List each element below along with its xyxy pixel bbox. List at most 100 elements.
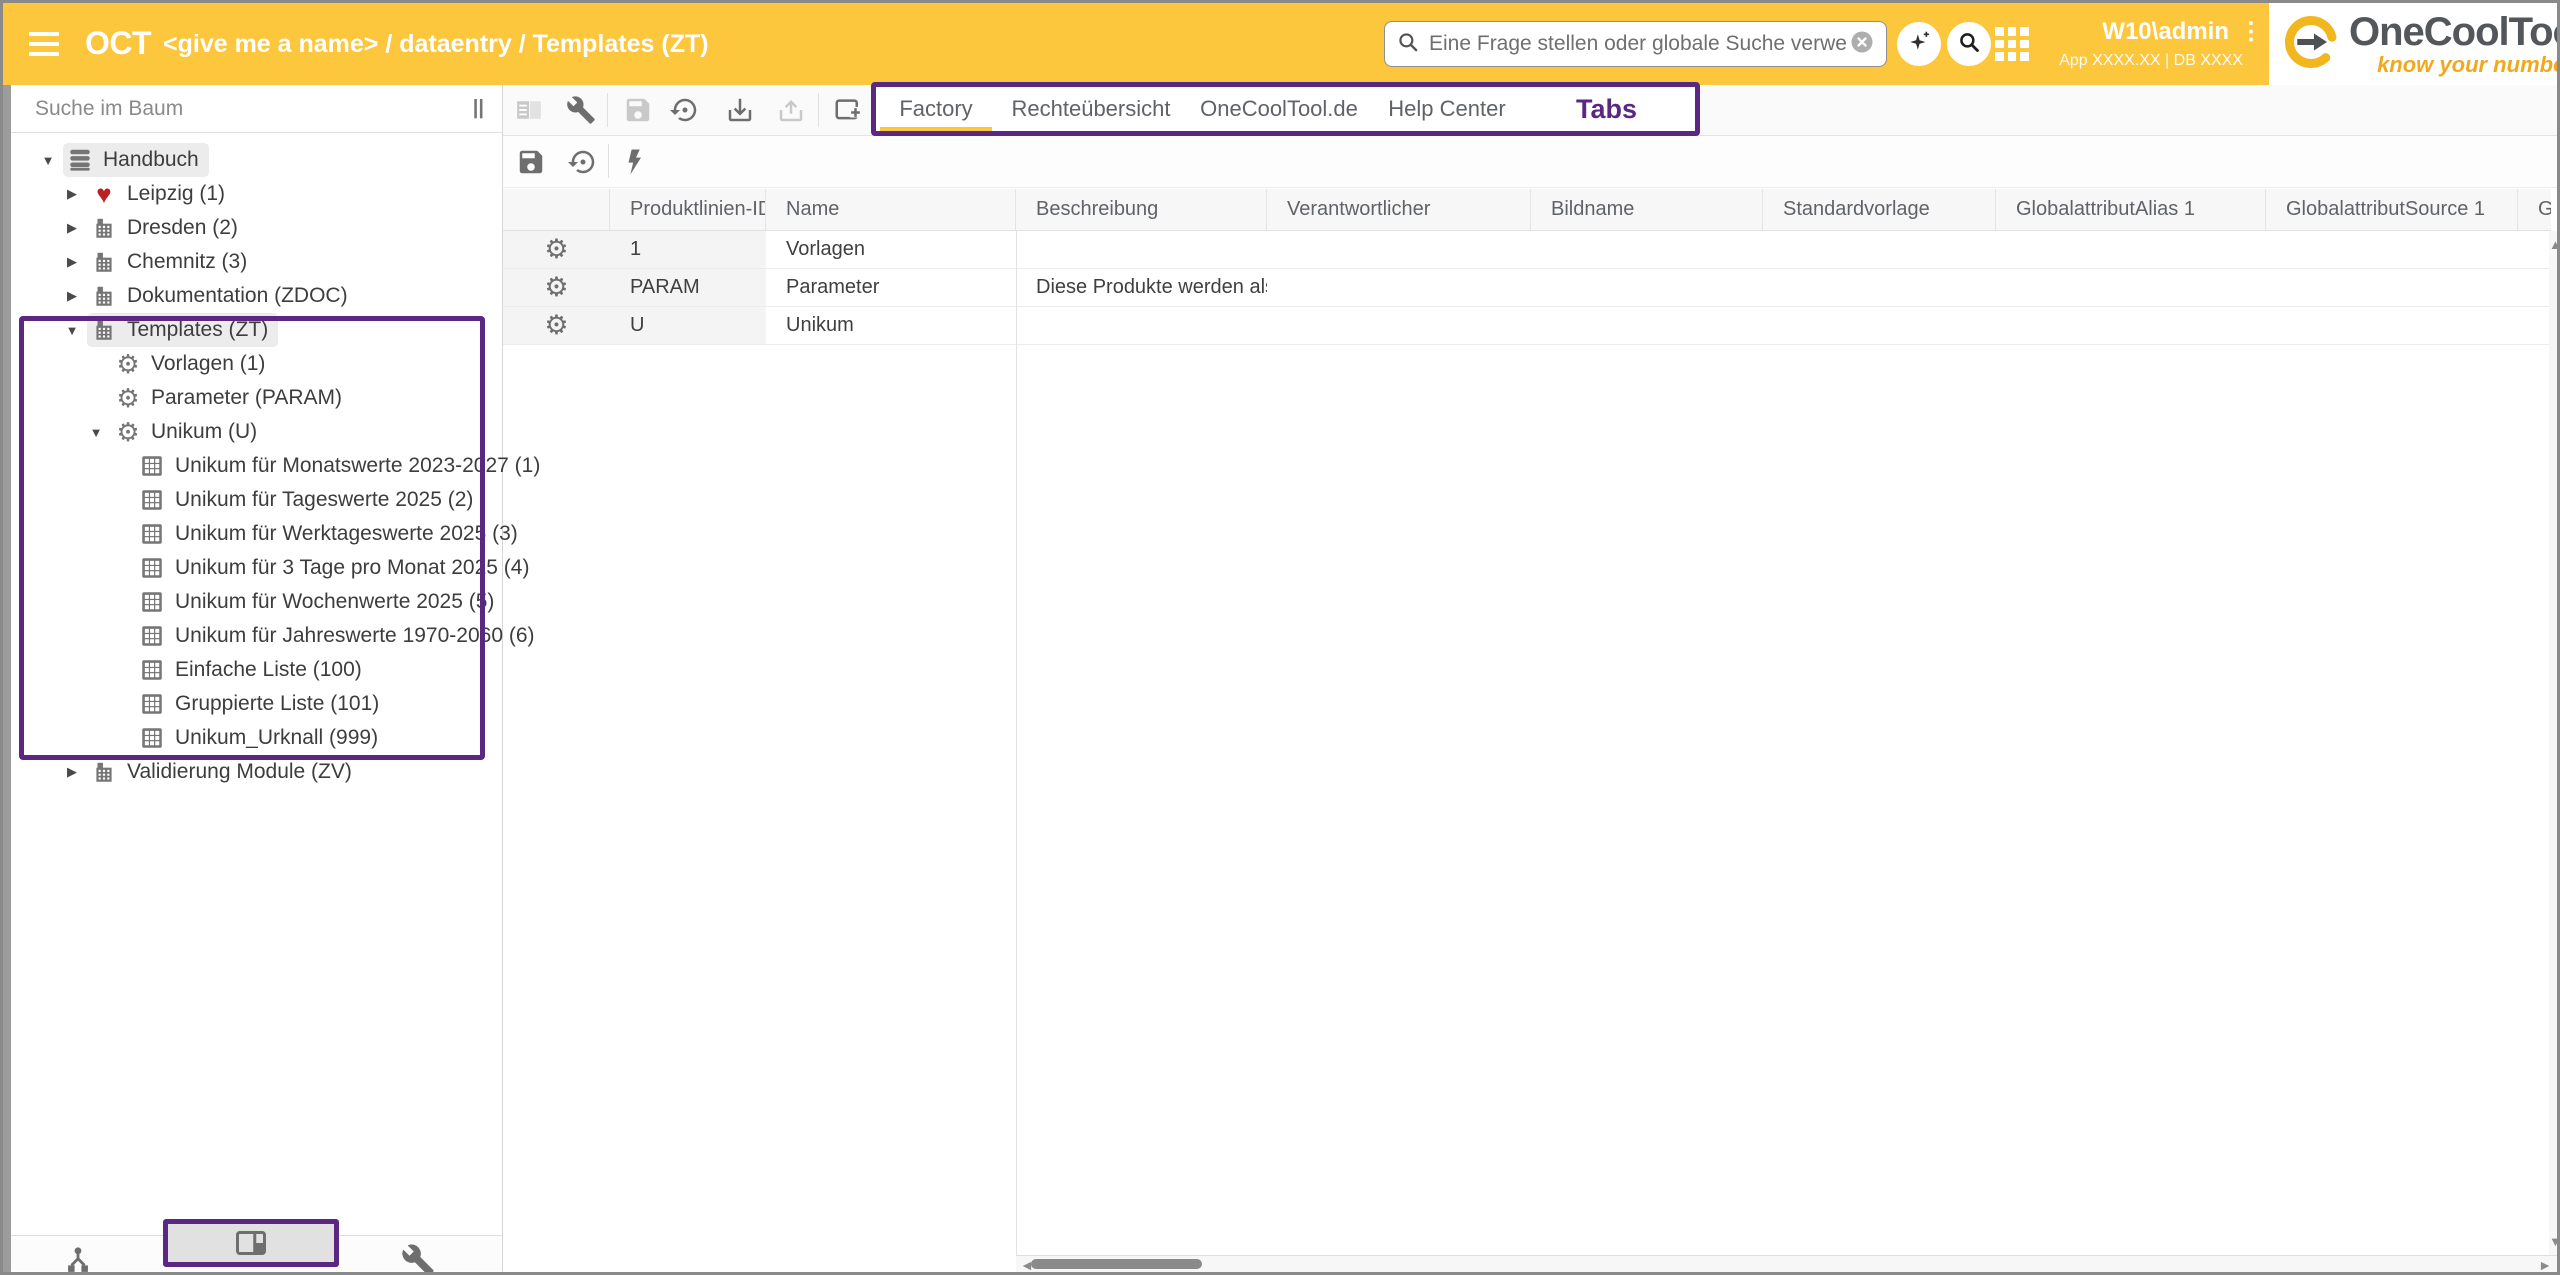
table-row[interactable]: ⚙PARAMParameterDiese Produkte werden als… <box>503 269 2551 307</box>
column-header[interactable]: G <box>2518 189 2551 230</box>
column-header[interactable]: GlobalattributAlias 1 <box>1996 189 2266 230</box>
tree-item[interactable]: Unikum für Werktageswerte 2025 (3) <box>11 517 502 551</box>
tree-item[interactable]: Unikum für Jahreswerte 1970-2060 (6) <box>11 619 502 653</box>
tree-item[interactable]: ▶Chemnitz (3) <box>11 245 502 279</box>
tree-settings-wrench-icon[interactable] <box>401 1243 435 1275</box>
scroll-down-arrow[interactable]: ▼ <box>2549 1234 2560 1249</box>
tree-node[interactable]: Dokumentation (ZDOC) <box>87 279 358 313</box>
tree-item[interactable]: Unikum für Tageswerte 2025 (2) <box>11 483 502 517</box>
row-gear-cell[interactable]: ⚙ <box>503 231 610 268</box>
clear-search-icon[interactable] <box>1848 28 1876 61</box>
tab-help-center[interactable]: Help Center <box>1372 87 1522 131</box>
scroll-up-arrow[interactable]: ▲ <box>2549 237 2560 252</box>
chevron-collapsed-icon[interactable]: ▶ <box>57 764 87 780</box>
tree-node[interactable]: ♥Leipzig (1) <box>87 177 235 211</box>
horizontal-scroll-thumb[interactable] <box>1031 1259 1202 1269</box>
save-icon[interactable] <box>509 142 553 182</box>
new-window-icon[interactable] <box>826 90 870 130</box>
column-header[interactable]: Bildname <box>1531 189 1763 230</box>
column-header[interactable]: Verantwortlicher <box>1267 189 1531 230</box>
table-cell: 1 <box>610 231 766 268</box>
tree-node[interactable]: Gruppierte Liste (101) <box>135 687 389 721</box>
tree-item[interactable]: ▼Handbuch <box>11 143 502 177</box>
tree-search-input[interactable]: Suche im Baum || <box>11 85 502 133</box>
kebab-menu-icon[interactable]: ⋮ <box>2239 20 2263 44</box>
tree-node[interactable]: Handbuch <box>63 143 209 177</box>
table-row[interactable]: ⚙UUnikum <box>503 307 2551 345</box>
user-menu[interactable]: W10\admin ⋮ App XXXX.XX | DB XXXX <box>2033 18 2263 70</box>
tree-item[interactable]: ▼⚙Unikum (U) <box>11 415 502 449</box>
lightning-icon[interactable] <box>614 142 658 182</box>
tree-node[interactable]: Einfache Liste (100) <box>135 653 372 687</box>
table-row[interactable]: ⚙1Vorlagen <box>503 231 2551 269</box>
chevron-expanded-icon[interactable]: ▼ <box>81 425 111 440</box>
tree-item[interactable]: Unikum für 3 Tage pro Monat 2025 (4) <box>11 551 502 585</box>
panel-layout-button-annotated[interactable] <box>163 1219 339 1267</box>
row-settings-gear-icon[interactable]: ⚙ <box>544 310 568 341</box>
column-header[interactable]: Beschreibung <box>1016 189 1267 230</box>
tree-item-label: Unikum für Wochenwerte 2025 (5) <box>175 590 494 614</box>
sidebar-resize-handle[interactable]: || <box>473 97 484 120</box>
tree-node[interactable]: Unikum für Wochenwerte 2025 (5) <box>135 585 504 619</box>
row-gear-cell[interactable]: ⚙ <box>503 307 610 344</box>
apps-grid-icon[interactable] <box>1995 27 2029 61</box>
chevron-collapsed-icon[interactable]: ▶ <box>57 186 87 202</box>
tree-item[interactable]: Unikum für Monatswerte 2023-2027 (1) <box>11 449 502 483</box>
tree-node[interactable]: Unikum für Werktageswerte 2025 (3) <box>135 517 528 551</box>
row-gear-cell[interactable]: ⚙ <box>503 269 610 306</box>
tree-item[interactable]: Einfache Liste (100) <box>11 653 502 687</box>
tree-node[interactable]: Unikum_Urknall (999) <box>135 721 388 755</box>
chevron-collapsed-icon[interactable]: ▶ <box>57 288 87 304</box>
tree-node[interactable]: Unikum für 3 Tage pro Monat 2025 (4) <box>135 551 539 585</box>
column-header[interactable]: Name <box>766 189 1016 230</box>
tree-item[interactable]: ▶Dresden (2) <box>11 211 502 245</box>
history-icon[interactable] <box>663 90 707 130</box>
tree-scrollbar[interactable] <box>3 85 11 1272</box>
tab-rechte-bersicht[interactable]: Rechteübersicht <box>996 87 1186 131</box>
tree-node[interactable]: Templates (ZT) <box>87 313 278 347</box>
tree-item[interactable]: ▶♥Leipzig (1) <box>11 177 502 211</box>
hamburger-menu-icon[interactable] <box>29 32 59 56</box>
tree-item[interactable]: Unikum_Urknall (999) <box>11 721 502 755</box>
tree-item-label: Einfache Liste (100) <box>175 658 362 682</box>
history-icon[interactable] <box>561 142 605 182</box>
search-submit-button[interactable] <box>1947 22 1991 66</box>
tree-item-label: Unikum für Werktageswerte 2025 (3) <box>175 522 518 546</box>
scroll-right-arrow[interactable]: ► <box>2538 1257 2552 1273</box>
chevron-expanded-icon[interactable]: ▼ <box>33 153 63 168</box>
tree-node[interactable]: Chemnitz (3) <box>87 245 257 279</box>
tree-item[interactable]: ▼Templates (ZT) <box>11 313 502 347</box>
tree-node[interactable]: ⚙Unikum (U) <box>111 415 267 449</box>
ai-assistant-button[interactable] <box>1897 22 1941 66</box>
column-header[interactable]: Produktlinien-ID <box>610 189 766 230</box>
tree-item[interactable]: Gruppierte Liste (101) <box>11 687 502 721</box>
tree-node[interactable]: Unikum für Tageswerte 2025 (2) <box>135 483 483 517</box>
row-settings-gear-icon[interactable]: ⚙ <box>544 234 568 265</box>
horizontal-scrollbar[interactable]: ◄ ► <box>1016 1255 2560 1272</box>
vertical-scrollbar[interactable]: ▲ ▼ <box>2549 231 2560 1255</box>
tree-item[interactable]: ⚙Vorlagen (1) <box>11 347 502 381</box>
tab-onecooltool-de[interactable]: OneCoolTool.de <box>1186 87 1372 131</box>
tree-item[interactable]: ▶Validierung Module (ZV) <box>11 755 502 789</box>
column-header[interactable]: GlobalattributSource 1 <box>2266 189 2518 230</box>
tree-node[interactable]: Dresden (2) <box>87 211 248 245</box>
wrench-icon[interactable] <box>559 90 603 130</box>
download-icon[interactable] <box>718 90 762 130</box>
global-search-input[interactable]: Eine Frage stellen oder globale Suche ve… <box>1384 21 1887 67</box>
tree-item[interactable]: ⚙Parameter (PARAM) <box>11 381 502 415</box>
chevron-collapsed-icon[interactable]: ▶ <box>57 254 87 270</box>
row-settings-gear-icon[interactable]: ⚙ <box>544 272 568 303</box>
column-header[interactable] <box>503 189 610 230</box>
tab-factory[interactable]: Factory <box>876 87 996 131</box>
chevron-expanded-icon[interactable]: ▼ <box>57 323 87 338</box>
tree-node[interactable]: Unikum für Monatswerte 2023-2027 (1) <box>135 449 550 483</box>
column-header[interactable]: Standardvorlage <box>1763 189 1996 230</box>
tree-node[interactable]: ⚙Parameter (PARAM) <box>111 381 352 415</box>
tree-node[interactable]: Validierung Module (ZV) <box>87 755 362 789</box>
tree-node[interactable]: ⚙Vorlagen (1) <box>111 347 275 381</box>
tree-node[interactable]: Unikum für Jahreswerte 1970-2060 (6) <box>135 619 545 653</box>
chevron-collapsed-icon[interactable]: ▶ <box>57 220 87 236</box>
tree-item[interactable]: Unikum für Wochenwerte 2025 (5) <box>11 585 502 619</box>
hierarchy-view-icon[interactable] <box>61 1243 95 1275</box>
tree-item[interactable]: ▶Dokumentation (ZDOC) <box>11 279 502 313</box>
